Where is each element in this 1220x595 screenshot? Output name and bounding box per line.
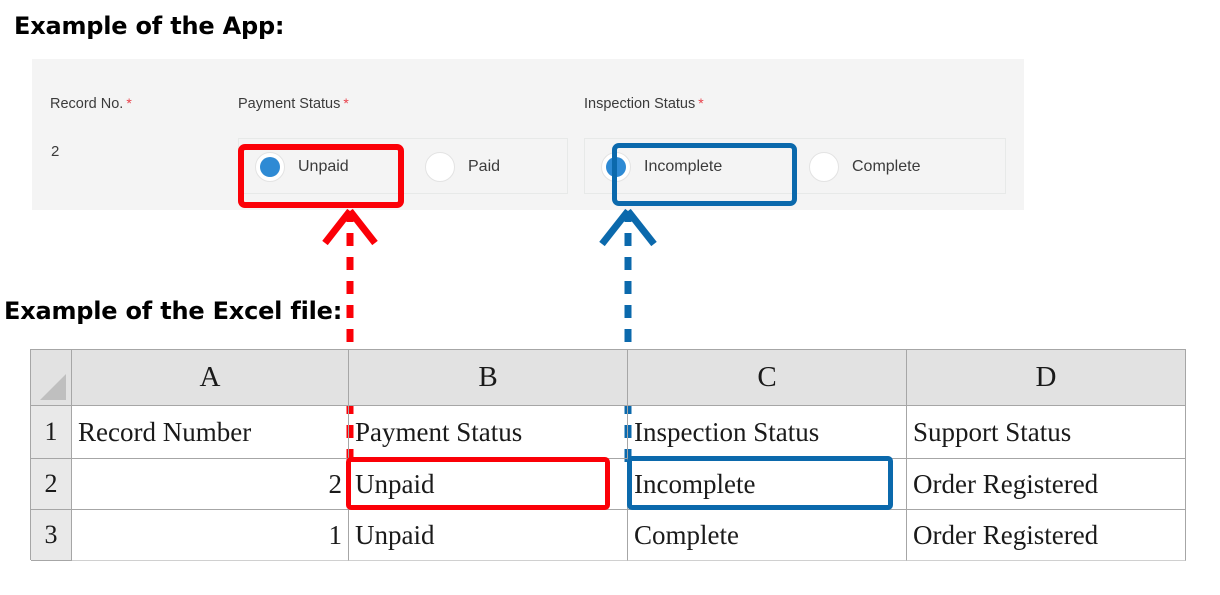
column-header-row: A B C D [31,350,1186,406]
app-form-panel: Record No. * 2 Payment Status * Unpaid Pai… [32,59,1024,210]
select-all-triangle-icon [40,374,66,400]
highlight-box-app-unpaid [238,144,404,208]
radio-unselected-icon[interactable] [809,152,839,182]
cell-a2[interactable]: 2 [72,459,349,510]
column-header-b[interactable]: B [349,350,628,406]
select-all-corner-cell[interactable] [31,350,72,406]
radio-unselected-icon[interactable] [425,152,455,182]
spreadsheet-grid: A B C D 1 Record Number Payment Status I… [30,349,1186,561]
field-label-record-no: Record No. * [50,95,132,112]
cell-c3[interactable]: Complete [628,510,907,561]
highlight-box-cell-c2 [627,456,893,510]
row-header-2[interactable]: 2 [31,459,72,510]
required-asterisk-icon: * [698,95,704,111]
excel-example-caption: Example of the Excel file: [4,297,343,325]
radio-option-paid-label: Paid [468,158,501,175]
radio-option-complete[interactable]: Complete [809,139,920,195]
field-label-payment-status: Payment Status * [238,95,349,112]
radio-option-complete-label: Complete [852,158,921,175]
app-example-caption: Example of the App: [14,12,285,40]
field-label-record-no-text: Record No. [50,96,124,112]
cell-a1[interactable]: Record Number [72,406,349,459]
row-header-3[interactable]: 3 [31,510,72,561]
column-header-a[interactable]: A [72,350,349,406]
required-asterisk-icon: * [126,95,132,111]
highlight-box-app-incomplete [612,143,797,206]
cell-a3[interactable]: 1 [72,510,349,561]
cell-d1[interactable]: Support Status [907,406,1186,459]
required-asterisk-icon: * [343,95,349,111]
highlight-box-cell-b2 [346,457,610,510]
cell-b1[interactable]: Payment Status [349,406,628,459]
column-header-d[interactable]: D [907,350,1186,406]
column-header-c[interactable]: C [628,350,907,406]
field-label-payment-status-text: Payment Status [238,96,341,112]
cell-c1[interactable]: Inspection Status [628,406,907,459]
radio-option-paid[interactable]: Paid [425,139,500,195]
cell-d2[interactable]: Order Registered [907,459,1186,510]
table-row: 3 1 Unpaid Complete Order Registered [31,510,1186,561]
field-label-inspection-status-text: Inspection Status [584,96,696,112]
cell-d3[interactable]: Order Registered [907,510,1186,561]
row-header-1[interactable]: 1 [31,406,72,459]
field-label-inspection-status: Inspection Status * [584,95,704,112]
table-row: 1 Record Number Payment Status Inspectio… [31,406,1186,459]
field-value-record-no: 2 [51,143,60,160]
cell-b3[interactable]: Unpaid [349,510,628,561]
field-record-no: Record No. * 2 [50,59,240,210]
